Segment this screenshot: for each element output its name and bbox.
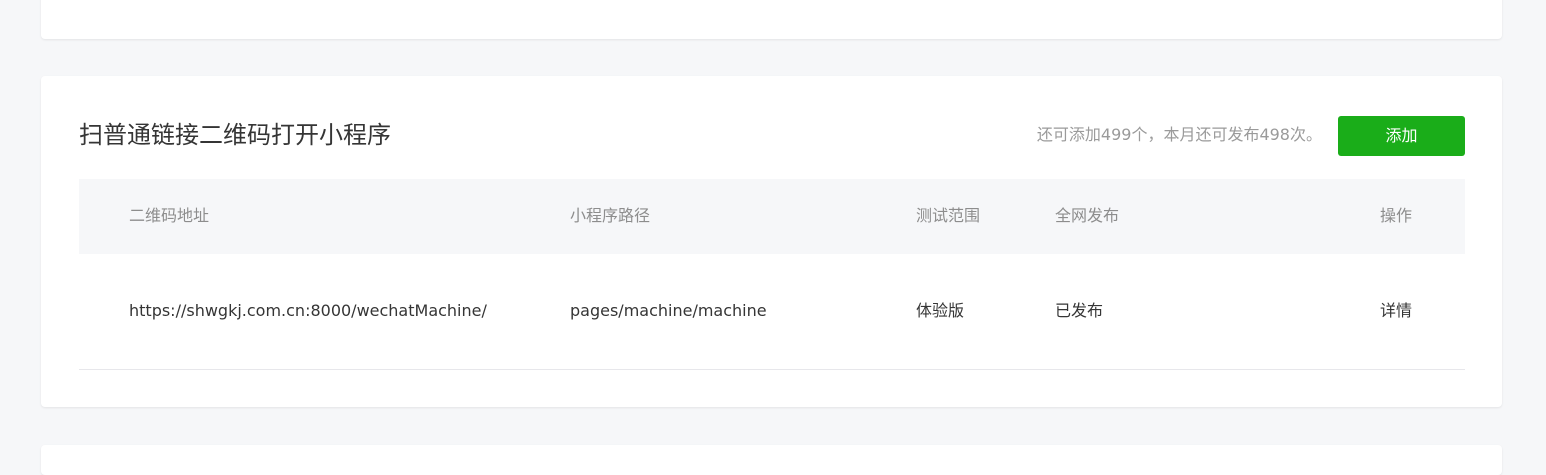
header-mini-path: 小程序路径: [570, 206, 651, 225]
header-global-publish: 全网发布: [1055, 206, 1120, 225]
table-row: https://shwgkj.com.cn:8000/wechatMachine…: [79, 254, 1465, 370]
qr-link-section-card: 扫普通链接二维码打开小程序 还可添加499个，本月还可发布498次。 添加 二维…: [41, 76, 1502, 407]
next-section-card: [41, 445, 1502, 475]
add-button[interactable]: 添加: [1338, 116, 1465, 156]
previous-section-card: [41, 0, 1502, 39]
test-scope-cell: 体验版: [916, 301, 965, 320]
qr-address-cell: https://shwgkj.com.cn:8000/wechatMachine…: [129, 301, 487, 320]
header-qr-address: 二维码地址: [129, 206, 210, 225]
mini-path-cell: pages/machine/machine: [570, 301, 767, 320]
section-title: 扫普通链接二维码打开小程序: [79, 121, 391, 149]
header-actions: 操作: [1380, 206, 1413, 225]
quota-text: 还可添加499个，本月还可发布498次。: [1036, 125, 1322, 144]
detail-link[interactable]: 详情: [1380, 300, 1412, 322]
table-header: 二维码地址 小程序路径 测试范围 全网发布 操作: [79, 179, 1465, 254]
header-test-scope: 测试范围: [916, 206, 981, 225]
qr-rules-table: 二维码地址 小程序路径 测试范围 全网发布 操作 https://shwgkj.…: [79, 179, 1465, 370]
publish-status-cell: 已发布: [1055, 301, 1104, 320]
